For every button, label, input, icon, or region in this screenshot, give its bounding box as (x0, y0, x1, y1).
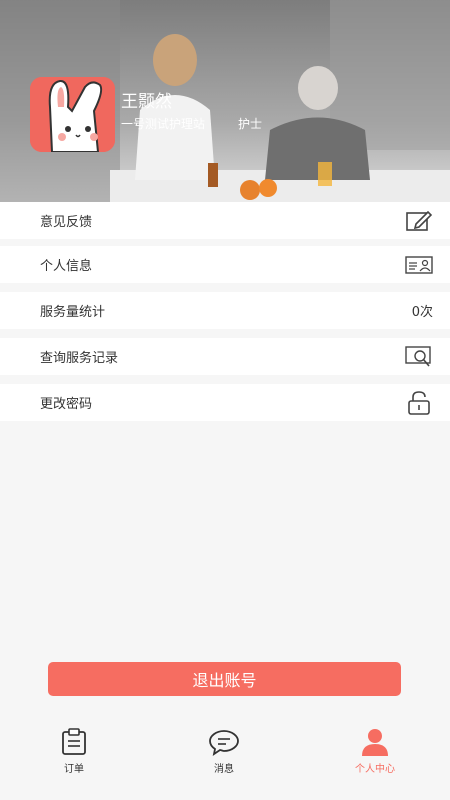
unlock-icon (405, 390, 433, 415)
menu-item-label: 查询服务记录 (40, 351, 119, 366)
menu-item-personal-info[interactable]: 个人信息 (0, 246, 450, 283)
user-role: 护士 (238, 117, 263, 131)
tab-messages[interactable]: 消息 (184, 728, 264, 775)
tab-personal-center[interactable]: 个人中心 (335, 728, 415, 775)
person-icon (362, 729, 388, 756)
tab-label: 消息 (214, 764, 234, 775)
menu-item-service-records[interactable]: 查询服务记录 (0, 338, 450, 375)
edit-icon (405, 209, 433, 233)
search-record-icon (405, 345, 433, 369)
clipboard-icon (62, 728, 86, 755)
menu-item-label: 意见反馈 (40, 215, 93, 230)
tab-label: 个人中心 (355, 764, 395, 775)
chat-bubble-icon (209, 730, 239, 756)
id-card-icon (405, 253, 433, 277)
user-name: 王颢然 (121, 92, 172, 112)
bottom-tab-bar: 订单 消息 个人中心 (0, 718, 450, 800)
tab-label: 订单 (64, 764, 84, 775)
station-name: 一号测试护理站 (121, 117, 206, 131)
tab-orders[interactable]: 订单 (34, 728, 114, 775)
service-count-value: 0次 (411, 305, 433, 320)
menu-item-service-stats[interactable]: 服务量统计 0次 (0, 292, 450, 329)
menu-item-feedback[interactable]: 意见反馈 (0, 202, 450, 239)
profile-header: 王颢然 一号测试护理站 护士 (0, 0, 450, 202)
menu-item-label: 更改密码 (40, 397, 93, 412)
avatar[interactable] (30, 77, 115, 152)
logout-button[interactable]: 退出账号 (48, 662, 401, 696)
rabbit-avatar-icon (30, 77, 115, 152)
menu-item-label: 服务量统计 (40, 305, 106, 320)
menu-item-change-password[interactable]: 更改密码 (0, 384, 450, 421)
menu-item-label: 个人信息 (40, 259, 93, 274)
